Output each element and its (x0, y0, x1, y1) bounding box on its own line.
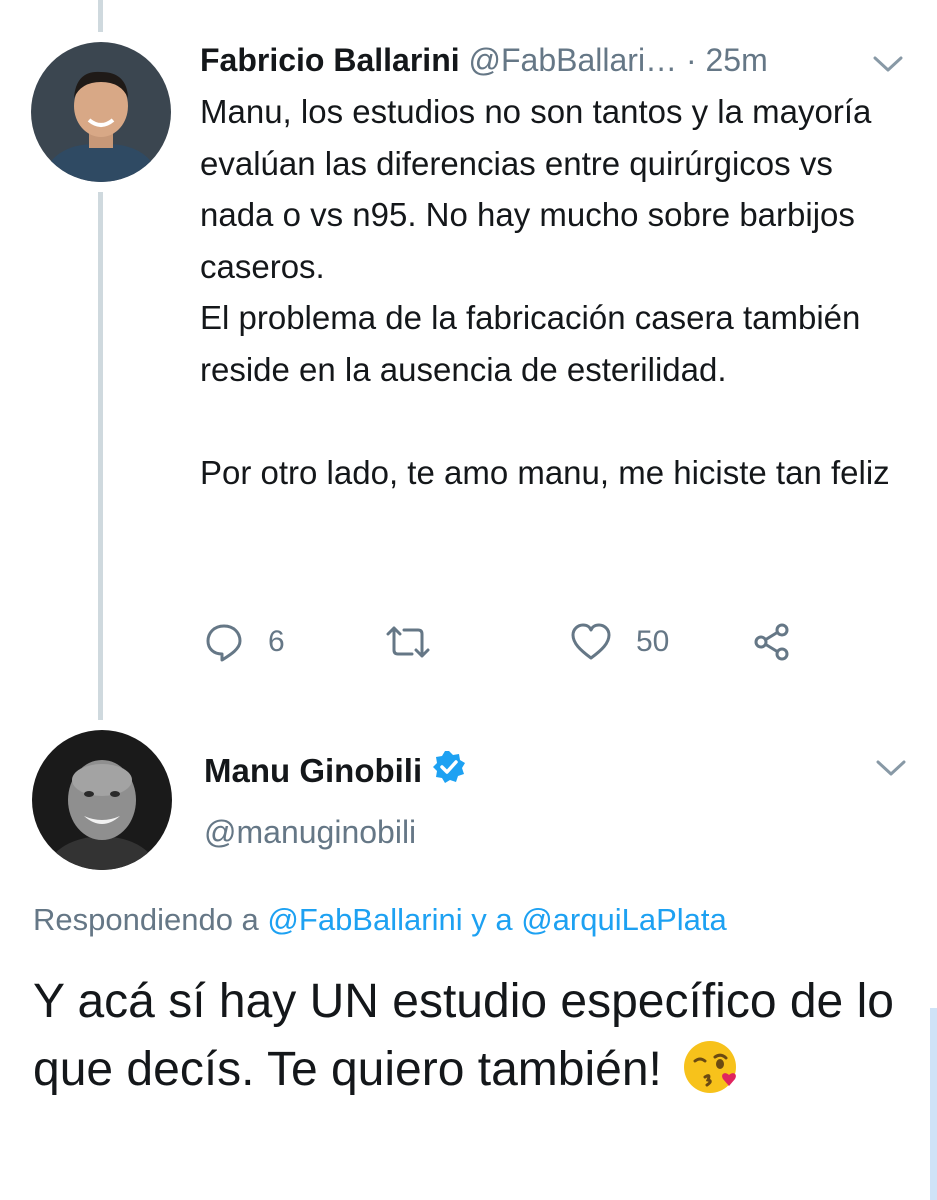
replying-conjunction[interactable]: y a (471, 902, 512, 937)
avatar-fabricio[interactable] (31, 42, 171, 182)
thread-line (98, 192, 103, 720)
tweet-actions: 6 50 (200, 622, 820, 672)
replying-to: Respondiendo a @FabBallarini y a @arquiL… (33, 902, 727, 938)
separator-dot: · (685, 42, 697, 78)
reply-text-block: Y acá sí hay UN estudio específico de lo… (33, 968, 913, 1116)
reply-author-handle[interactable]: @manuginobili (204, 814, 416, 851)
heart-icon (570, 622, 612, 662)
speech-bubble-icon (204, 622, 244, 662)
share-action[interactable] (752, 622, 792, 662)
author-name[interactable]: Fabricio Ballarini (200, 42, 460, 78)
replying-user-2[interactable]: @arquiLaPlata (521, 902, 727, 937)
like-action[interactable]: 50 (570, 622, 669, 662)
tweet-timestamp[interactable]: 25m (706, 42, 768, 78)
reply-text: Y acá sí hay UN estudio específico de lo… (33, 975, 894, 1096)
thread-line-top (98, 0, 103, 32)
avatar-manu[interactable] (32, 730, 172, 870)
replying-user-1[interactable]: @FabBallarini (267, 902, 462, 937)
scrollbar[interactable] (930, 1008, 937, 1200)
tweet-header: Fabricio Ballarini @FabBallari… · 25m (200, 40, 768, 80)
retweet-icon (384, 622, 432, 662)
verified-badge-icon (432, 750, 466, 792)
chevron-down-icon[interactable] (872, 54, 904, 79)
face-blowing-kiss-emoji (681, 1037, 741, 1116)
reply-author-row: Manu Ginobili (204, 750, 466, 792)
tweet-text: Manu, los estudios no son tantos y la ma… (200, 93, 890, 491)
replying-prefix: Respondiendo a (33, 902, 259, 937)
like-count: 50 (636, 625, 670, 658)
share-icon (752, 622, 792, 662)
reply-action[interactable]: 6 (204, 622, 285, 662)
retweet-action[interactable] (384, 622, 456, 662)
reply-chevron-down-icon[interactable] (875, 758, 907, 783)
reply-count: 6 (268, 625, 285, 658)
reply-author-name[interactable]: Manu Ginobili (204, 752, 422, 790)
author-handle[interactable]: @FabBallari… (469, 42, 678, 78)
